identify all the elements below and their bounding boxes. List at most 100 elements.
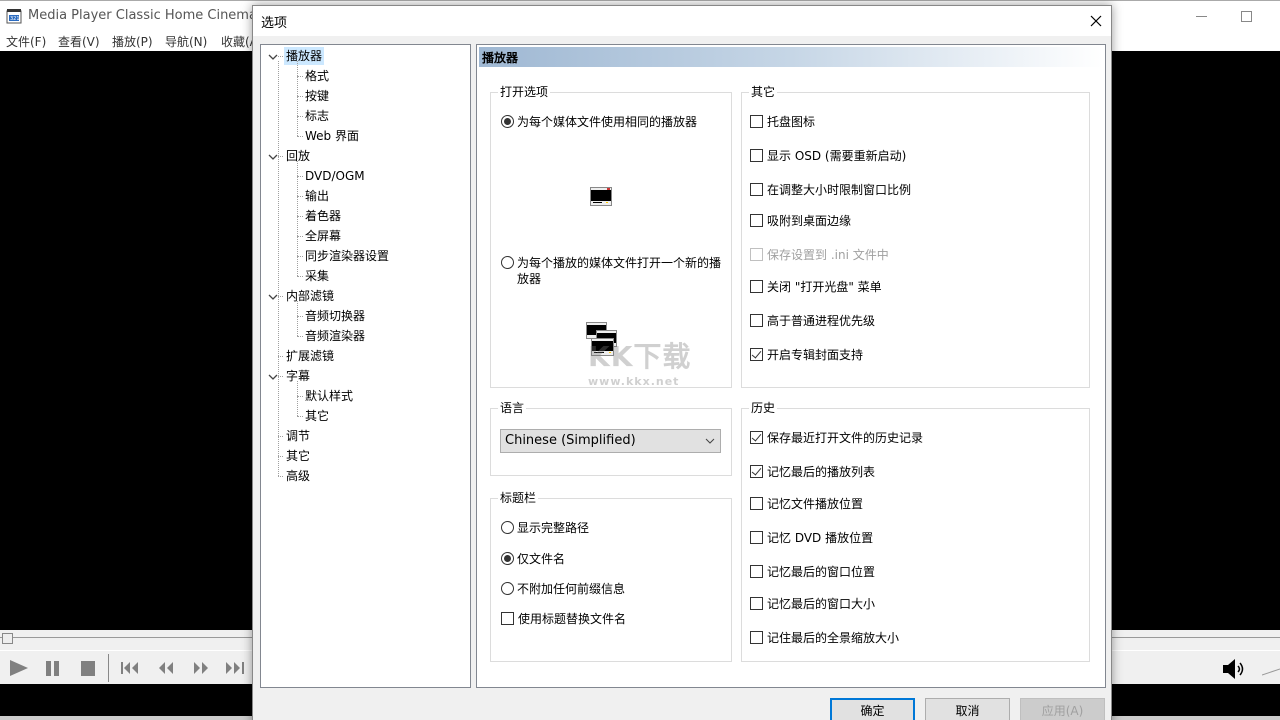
checkbox-option[interactable]: 关闭 "打开光盘" 菜单 bbox=[750, 279, 882, 295]
menu-view[interactable]: 查看(V) bbox=[58, 33, 100, 50]
language-dropdown[interactable]: Chinese (Simplified) bbox=[500, 429, 721, 453]
fast-forward-icon bbox=[194, 662, 208, 674]
checkbox-label: 托盘图标 bbox=[767, 115, 816, 129]
checkbox-label: 记忆最后的播放列表 bbox=[767, 465, 876, 479]
ok-button[interactable]: 确定 bbox=[830, 698, 915, 720]
checkbox-use-title[interactable]: 使用标题替换文件名 bbox=[501, 611, 626, 627]
menu-navigate[interactable]: 导航(N) bbox=[165, 33, 207, 50]
checkbox-option[interactable]: 记忆最后的播放列表 bbox=[750, 464, 875, 480]
radio-no-prefix[interactable]: 不附加任何前缀信息 bbox=[501, 581, 625, 597]
tree-item[interactable]: 音频切换器 bbox=[303, 307, 367, 325]
menu-play[interactable]: 播放(P) bbox=[112, 33, 153, 50]
dialog-close-button[interactable] bbox=[1081, 8, 1111, 34]
checkbox-option[interactable]: 记忆最后的窗口位置 bbox=[750, 564, 875, 580]
checkbox-option[interactable]: 吸附到桌面边缘 bbox=[750, 213, 851, 229]
tree-item[interactable]: 其它 bbox=[284, 447, 312, 465]
checkbox-indicator[interactable] bbox=[750, 597, 763, 610]
mute-button[interactable] bbox=[1220, 657, 1250, 681]
options-tree[interactable]: 播放器格式按键标志 Web 界面回放 DVD/OGM 输出着色器全屏幕同步渲染器设置采… bbox=[260, 44, 471, 688]
checkbox-indicator[interactable] bbox=[750, 531, 763, 544]
tree-connector bbox=[297, 136, 303, 137]
group-title-titlebar: 标题栏 bbox=[498, 490, 539, 506]
cancel-button[interactable]: 取消 bbox=[925, 698, 1010, 720]
tree-item[interactable]: 全屏幕 bbox=[303, 227, 343, 245]
tree-item[interactable]: 默认样式 bbox=[303, 387, 355, 405]
checkbox-indicator[interactable] bbox=[750, 497, 763, 510]
checkbox-option[interactable]: 记住最后的全景缩放大小 bbox=[750, 630, 899, 646]
group-title-history: 历史 bbox=[749, 400, 778, 416]
radio-same-player[interactable]: 为每个媒体文件使用相同的播放器 bbox=[501, 114, 697, 130]
checkbox-indicator[interactable] bbox=[750, 465, 763, 478]
next-button[interactable] bbox=[224, 659, 246, 677]
apply-button[interactable]: 应用(A) bbox=[1020, 698, 1105, 720]
tree-item[interactable]: 其它 bbox=[303, 407, 331, 425]
checkbox-indicator[interactable] bbox=[750, 631, 763, 644]
play-button[interactable] bbox=[8, 659, 30, 677]
tree-item[interactable]: 同步渲染器设置 bbox=[303, 247, 391, 265]
checkbox-option[interactable]: 显示 OSD (需要重新启动) bbox=[750, 148, 906, 164]
fast-forward-button[interactable] bbox=[190, 659, 212, 677]
dialog-title: 选项 bbox=[261, 16, 288, 31]
tree-item[interactable]: 内部滤镜 bbox=[284, 287, 336, 305]
tree-item[interactable]: 播放器 bbox=[284, 47, 325, 65]
checkbox-indicator[interactable] bbox=[750, 431, 763, 444]
checkbox-label: 记忆最后的窗口大小 bbox=[767, 597, 876, 611]
radio-full-path[interactable]: 显示完整路径 bbox=[501, 520, 589, 536]
checkbox-option[interactable]: 开启专辑封面支持 bbox=[750, 347, 863, 363]
radio-label: 为每个播放的媒体文件打开一个新的播 bbox=[517, 256, 722, 270]
checkbox-option[interactable]: 保存最近打开文件的历史记录 bbox=[750, 430, 923, 446]
checkbox-indicator[interactable] bbox=[750, 348, 763, 361]
radio-indicator[interactable] bbox=[501, 521, 514, 534]
rewind-button[interactable] bbox=[155, 659, 177, 677]
radio-indicator[interactable] bbox=[501, 552, 514, 565]
speaker-icon bbox=[1223, 659, 1244, 679]
checkbox-option[interactable]: 高于普通进程优先级 bbox=[750, 313, 875, 329]
checkbox-indicator[interactable] bbox=[750, 149, 763, 162]
maximize-button[interactable] bbox=[1236, 7, 1258, 25]
skip-forward-icon bbox=[226, 662, 244, 674]
radio-indicator[interactable] bbox=[501, 582, 514, 595]
tree-item[interactable]: 扩展滤镜 bbox=[284, 347, 336, 365]
checkbox-indicator[interactable] bbox=[501, 612, 514, 625]
tree-item[interactable]: 回放 bbox=[284, 147, 312, 165]
tree-item[interactable]: 标志 bbox=[303, 107, 331, 125]
app-icon: 321 bbox=[6, 9, 22, 24]
menu-file[interactable]: 文件(F) bbox=[6, 33, 46, 50]
tree-item[interactable]: 按键 bbox=[303, 87, 331, 105]
stop-button[interactable] bbox=[77, 659, 99, 677]
checkbox-indicator[interactable] bbox=[750, 314, 763, 327]
tree-item[interactable]: Web 界面 bbox=[303, 127, 361, 145]
seek-thumb[interactable] bbox=[2, 633, 13, 644]
tree-item[interactable]: 着色器 bbox=[303, 207, 343, 225]
previous-button[interactable] bbox=[119, 659, 141, 677]
radio-filename-only[interactable]: 仅文件名 bbox=[501, 551, 565, 567]
radio-indicator[interactable] bbox=[501, 256, 514, 269]
tree-connector bbox=[297, 301, 298, 336]
tree-item[interactable]: 采集 bbox=[303, 267, 331, 285]
checkbox-indicator[interactable] bbox=[750, 280, 763, 293]
tree-item[interactable]: 调节 bbox=[284, 427, 312, 445]
checkbox-label: 记忆最后的窗口位置 bbox=[767, 565, 876, 579]
minimize-button[interactable] bbox=[1190, 7, 1214, 25]
checkbox-indicator[interactable] bbox=[750, 183, 763, 196]
radio-new-player[interactable]: 为每个播放的媒体文件打开一个新的播 放器 bbox=[501, 255, 721, 287]
checkbox-option[interactable]: 托盘图标 bbox=[750, 114, 815, 130]
tree-item[interactable]: 字幕 bbox=[284, 367, 312, 385]
checkbox-option[interactable]: 记忆文件播放位置 bbox=[750, 496, 863, 512]
options-dialog: 选项 播放器格式按键标志 Web 界面回放 DVD/OGM 输出着色器全屏幕同步渲染器… bbox=[252, 5, 1112, 720]
tree-connector bbox=[278, 61, 279, 476]
checkbox-indicator[interactable] bbox=[750, 565, 763, 578]
radio-indicator[interactable] bbox=[501, 115, 514, 128]
volume-slider[interactable] bbox=[1262, 666, 1280, 676]
checkbox-option[interactable]: 记忆最后的窗口大小 bbox=[750, 596, 875, 612]
checkbox-option[interactable]: 记忆 DVD 播放位置 bbox=[750, 530, 873, 546]
pause-button[interactable] bbox=[42, 659, 64, 677]
tree-item[interactable]: DVD/OGM bbox=[303, 167, 367, 185]
tree-item[interactable]: 输出 bbox=[303, 187, 331, 205]
tree-item[interactable]: 音频渲染器 bbox=[303, 327, 367, 345]
checkbox-option[interactable]: 在调整大小时限制窗口比例 bbox=[750, 182, 911, 198]
checkbox-indicator[interactable] bbox=[750, 115, 763, 128]
checkbox-indicator[interactable] bbox=[750, 214, 763, 227]
tree-item[interactable]: 高级 bbox=[284, 467, 312, 485]
tree-item[interactable]: 格式 bbox=[303, 67, 331, 85]
